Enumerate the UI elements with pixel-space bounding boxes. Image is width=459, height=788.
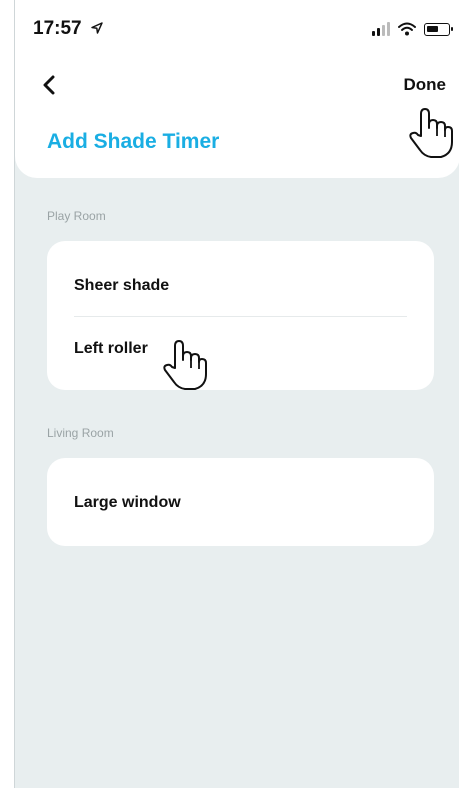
hand-pointer-icon: [409, 108, 453, 158]
hand-pointer-icon: [163, 340, 207, 390]
room-card-living-room: Large window: [47, 458, 434, 546]
battery-icon: [424, 22, 453, 36]
header-card: 17:57 Done Add Shade Timer: [15, 0, 459, 178]
shade-item-large-window[interactable]: Large window: [74, 494, 181, 512]
cellular-signal-icon: [372, 22, 390, 36]
section-label-play-room: Play Room: [47, 209, 106, 223]
page-title: Add Shade Timer: [47, 130, 220, 153]
divider: [74, 316, 407, 317]
status-time-text: 17:57: [33, 18, 82, 39]
chevron-left-icon: [43, 75, 55, 95]
wifi-icon: [398, 22, 416, 36]
status-icons: [372, 20, 453, 38]
shade-item-left-roller[interactable]: Left roller: [74, 340, 148, 358]
room-card-play-room: Sheer shade Left roller: [47, 241, 434, 390]
back-button[interactable]: [35, 70, 63, 100]
status-time: 17:57: [33, 18, 104, 40]
section-label-living-room: Living Room: [47, 426, 114, 440]
location-arrow-icon: [91, 22, 103, 34]
app-screen: 17:57 Done Add Shade Timer Play Room She…: [14, 0, 459, 788]
shade-item-sheer-shade[interactable]: Sheer shade: [74, 277, 169, 295]
done-button[interactable]: Done: [404, 75, 447, 95]
